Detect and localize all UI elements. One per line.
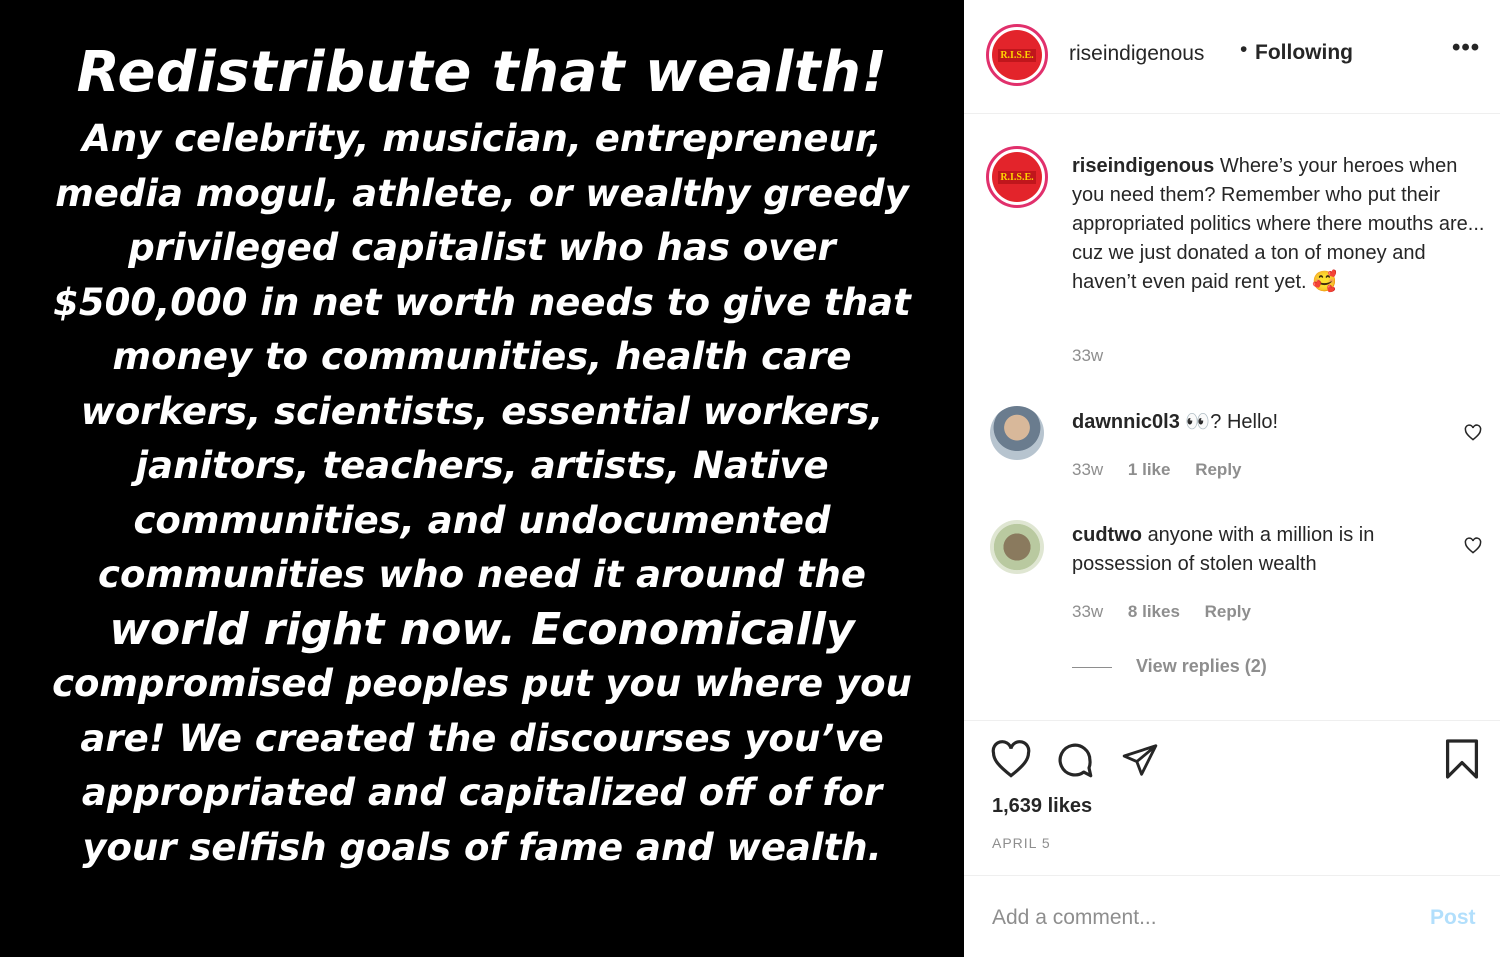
header-separator: •	[1240, 38, 1248, 61]
comment-username[interactable]: dawnnic0l3	[1072, 411, 1180, 433]
post-actions: 1,639 likes APRIL 5	[964, 720, 1500, 875]
post-image-line: janitors, teachers, artists, Native	[135, 444, 829, 487]
header-username[interactable]: riseindigenous	[1069, 42, 1204, 66]
share-plane-icon[interactable]	[1120, 741, 1160, 779]
caption-username[interactable]: riseindigenous	[1072, 155, 1214, 177]
post-image-body: Any celebrity, musician, entrepreneur, m…	[0, 112, 964, 875]
post-image-line: your selfish goals of fame and wealth.	[82, 825, 882, 869]
post-image-line: world right now. Economically	[109, 603, 855, 655]
comment-bubble-icon[interactable]	[1054, 739, 1096, 781]
post-image-line: workers, scientists, essential workers,	[80, 389, 884, 433]
post-image-line: are! We created the discourses you’ve	[80, 716, 884, 760]
post-image-line: communities who need it around the	[98, 553, 866, 596]
comment-username[interactable]: cudtwo	[1072, 524, 1142, 546]
post-image-line: compromised peoples put you where you	[52, 662, 912, 705]
avatar-logo-text: R.I.S.E.	[998, 170, 1036, 184]
post-image-line: $500,000 in net worth needs to give that	[53, 280, 911, 324]
reply-button[interactable]: Reply	[1205, 602, 1251, 621]
add-comment-bar: Post	[964, 875, 1500, 957]
like-comment-heart-icon[interactable]	[1464, 424, 1482, 441]
caption-time[interactable]: 33w	[1072, 346, 1103, 366]
post-image-line: Any celebrity, musician, entrepreneur,	[82, 117, 882, 160]
avatar[interactable]: R.I.S.E.	[986, 24, 1048, 86]
post-date[interactable]: APRIL 5	[992, 835, 1051, 851]
comment-avatar[interactable]	[990, 520, 1044, 574]
post-header: R.I.S.E. riseindigenous • Following •••	[964, 0, 1500, 114]
view-replies-label: View replies (2)	[1136, 656, 1267, 676]
comment-text: cudtwo anyone with a million is in posse…	[1072, 521, 1452, 579]
comment-likes[interactable]: 1 like	[1128, 460, 1171, 479]
comment-body: 👀? Hello!	[1185, 411, 1279, 433]
like-comment-heart-icon[interactable]	[1464, 537, 1482, 554]
post-image-line: appropriated and capitalized off of for	[81, 771, 883, 814]
comment-input[interactable]	[992, 900, 1392, 936]
more-options-icon[interactable]: •••	[1452, 34, 1480, 62]
avatar-logo: R.I.S.E.	[992, 152, 1042, 202]
comment-text: dawnnic0l3 👀? Hello!	[1072, 408, 1452, 437]
post-image-line: media mogul, athlete, or wealthy greedy	[55, 171, 909, 215]
following-button[interactable]: Following	[1255, 41, 1353, 65]
like-heart-icon[interactable]	[990, 739, 1032, 779]
like-count[interactable]: 1,639 likes	[992, 795, 1092, 818]
caption-avatar[interactable]: R.I.S.E.	[986, 146, 1048, 208]
post-image-line: communities, and undocumented	[133, 498, 831, 542]
post-side-panel: R.I.S.E. riseindigenous • Following ••• …	[964, 0, 1500, 957]
post-image-line: money to communities, health care	[112, 335, 852, 378]
view-replies-dash	[1072, 666, 1112, 668]
caption-text: riseindigenous Where’s your heroes when …	[1072, 152, 1492, 297]
comment-time[interactable]: 33w	[1072, 602, 1103, 621]
save-bookmark-icon[interactable]	[1444, 737, 1480, 781]
comment-time[interactable]: 33w	[1072, 460, 1103, 479]
comment-avatar[interactable]	[990, 406, 1044, 460]
reply-button[interactable]: Reply	[1195, 460, 1241, 479]
view-replies-button[interactable]: View replies (2)	[1072, 656, 1267, 677]
comment-meta: 33w 1 like Reply	[1072, 460, 1262, 480]
post-image-line: privileged capitalist who has over	[128, 226, 836, 269]
comment-meta: 33w 8 likes Reply	[1072, 602, 1271, 622]
avatar-logo-text: R.I.S.E.	[998, 48, 1036, 62]
post-comment-button[interactable]: Post	[1430, 906, 1476, 930]
comment-likes[interactable]: 8 likes	[1128, 602, 1180, 621]
avatar-logo: R.I.S.E.	[992, 30, 1042, 80]
post-image: Redistribute that wealth! Any celebrity,…	[0, 0, 964, 957]
post-image-headline: Redistribute that wealth!	[76, 40, 888, 105]
